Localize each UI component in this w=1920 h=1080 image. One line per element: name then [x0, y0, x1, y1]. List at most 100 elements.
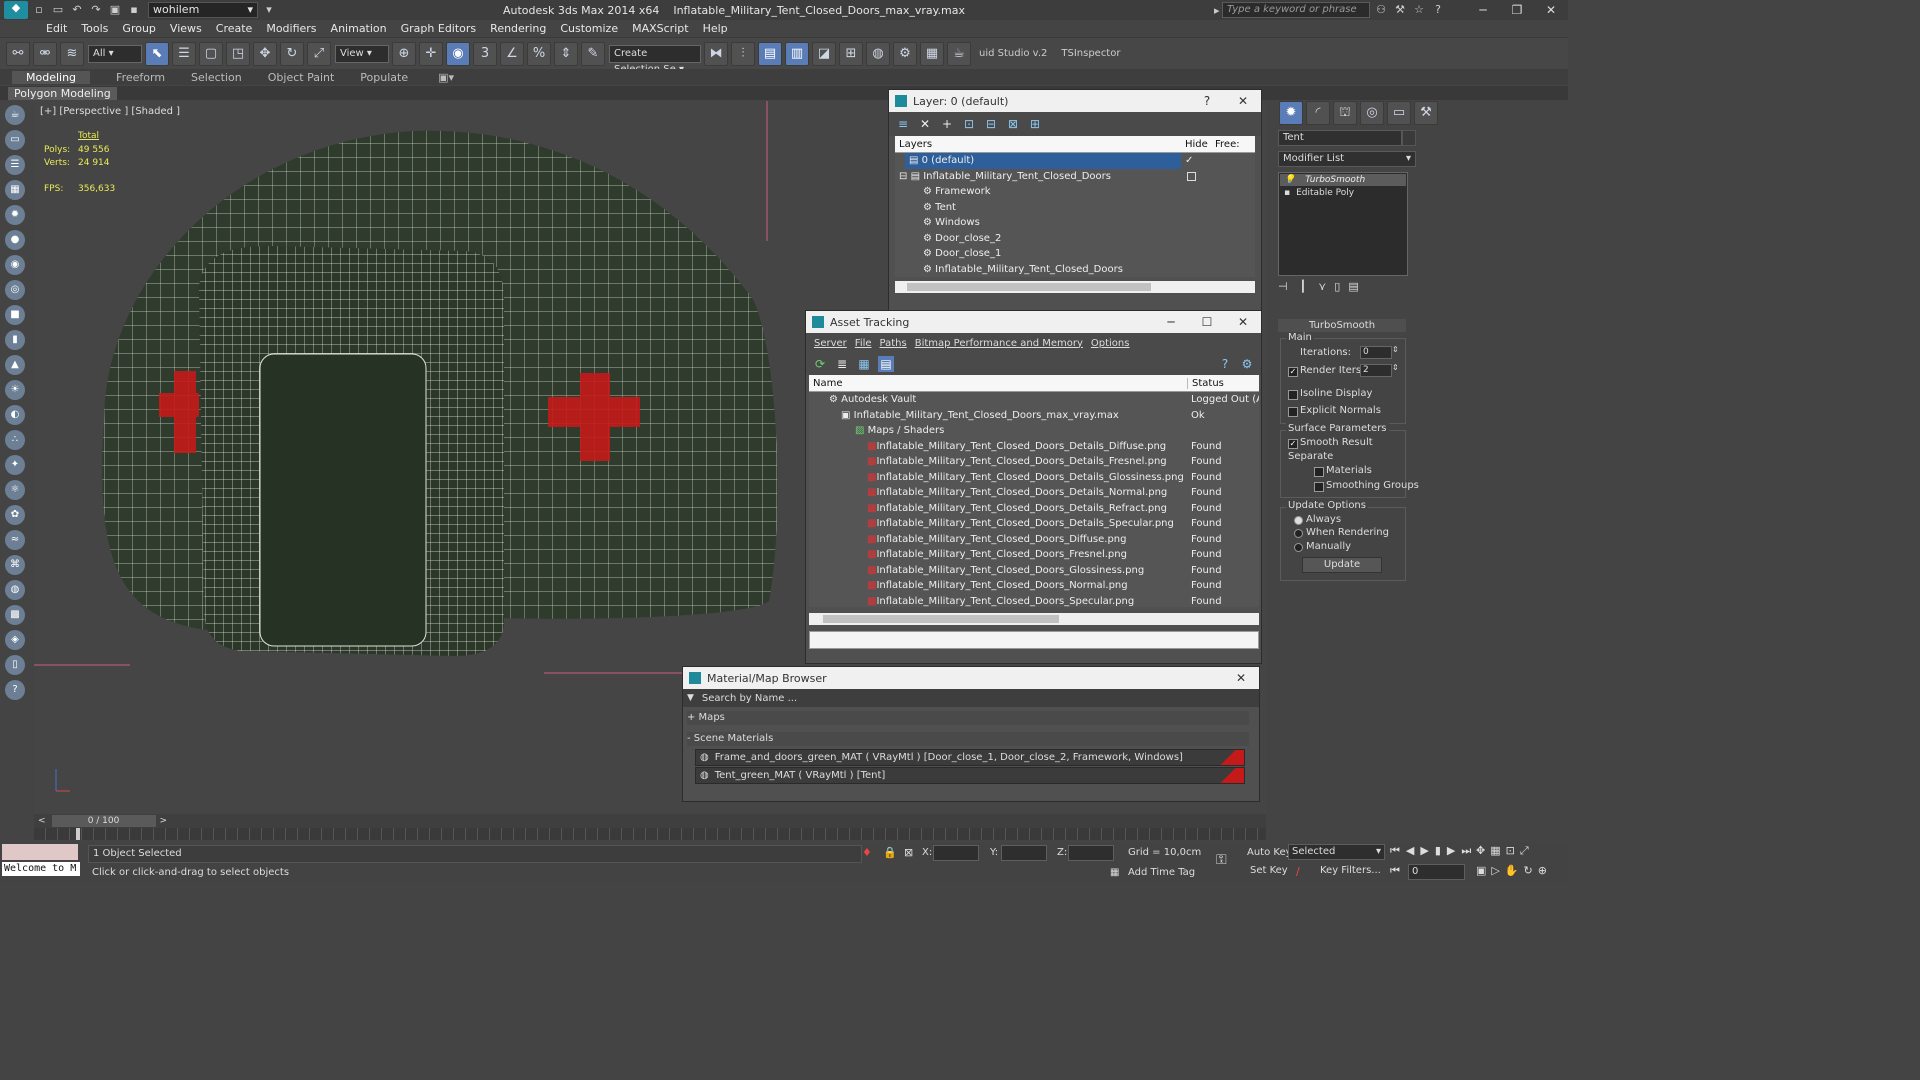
- layer-freeze-all-icon[interactable]: ⊞: [1027, 116, 1043, 132]
- asset-row[interactable]: ▩Inflatable_Military_Tent_Closed_Doors_N…: [809, 578, 1259, 594]
- grid-icon[interactable]: ▦: [5, 180, 25, 200]
- asset-row[interactable]: ▩Inflatable_Military_Tent_Closed_Doors_G…: [809, 563, 1259, 579]
- minimize-icon[interactable]: ─: [1466, 3, 1500, 17]
- configure-sets-icon[interactable]: ▤: [1348, 280, 1358, 293]
- render-icon[interactable]: ▩: [5, 605, 25, 625]
- teapot-icon[interactable]: ☕: [5, 105, 25, 125]
- menu-group[interactable]: Group: [122, 22, 156, 35]
- smoothing-groups-checkbox[interactable]: [1314, 482, 1324, 492]
- vault-settings-icon[interactable]: ⚙: [1239, 356, 1255, 372]
- smooth-result-checkbox[interactable]: ✓: [1288, 439, 1298, 449]
- utilities-tab-icon[interactable]: ⚒: [1414, 101, 1438, 125]
- rotate-icon[interactable]: ↻: [280, 41, 304, 66]
- plugin-phoenix-label[interactable]: uid Studio v.2: [979, 48, 1047, 59]
- asset-close-icon[interactable]: ✕: [1225, 315, 1261, 329]
- select-object-icon[interactable]: ⬉: [145, 41, 169, 66]
- scene-materials-header[interactable]: - Scene Materials: [687, 732, 1249, 746]
- move-icon[interactable]: ✥: [253, 41, 277, 66]
- helper-icon[interactable]: ✦: [5, 455, 25, 475]
- material-search-input[interactable]: Search by Name ...: [702, 693, 797, 704]
- menu-create[interactable]: Create: [216, 22, 253, 35]
- maxscript-listener-mini[interactable]: [2, 844, 78, 860]
- isoline-display-checkbox[interactable]: [1288, 390, 1298, 400]
- material-editor-icon[interactable]: ◍: [866, 41, 890, 66]
- add-time-tag[interactable]: Add Time Tag: [1128, 867, 1195, 878]
- track-bar[interactable]: [34, 828, 1266, 840]
- render-setup-icon[interactable]: ⚙: [893, 41, 917, 66]
- time-slider[interactable]: < 0 / 100 >: [34, 814, 1266, 828]
- schematic-view-icon[interactable]: ⊞: [839, 41, 863, 66]
- refresh-icon[interactable]: ⟳: [812, 356, 828, 372]
- modifier-list-dropdown[interactable]: Modifier List ▾: [1278, 151, 1416, 167]
- iterations-spinner-arrows[interactable]: ⇕: [1392, 345, 1399, 354]
- keyboard-shortcut-icon[interactable]: ◉: [446, 41, 470, 66]
- layer-row[interactable]: ⚙ Framework: [895, 184, 1255, 200]
- cloth-icon[interactable]: ⌘: [5, 555, 25, 575]
- menu-views[interactable]: Views: [170, 22, 202, 35]
- layer-manager-icon[interactable]: ▤: [758, 41, 782, 66]
- layer-hide-all-icon[interactable]: ⊠: [1005, 116, 1021, 132]
- material-item[interactable]: ◍ Frame_and_doors_green_MAT ( VRayMtl ) …: [695, 749, 1245, 766]
- asset-row[interactable]: ▩Inflatable_Military_Tent_Closed_Doors_D…: [809, 501, 1259, 517]
- reference-coord-dropdown[interactable]: View ▾: [335, 44, 389, 63]
- select-manipulate-icon[interactable]: ✛: [419, 41, 443, 66]
- menu-customize[interactable]: Customize: [560, 22, 618, 35]
- layer-checkbox[interactable]: [1187, 172, 1196, 181]
- layers-column-header[interactable]: Layers: [899, 139, 1185, 150]
- scale-icon[interactable]: ⤢: [307, 41, 331, 66]
- explicit-normals-checkbox[interactable]: [1288, 407, 1298, 417]
- layer-row[interactable]: ⚙ Windows: [895, 215, 1255, 231]
- trash-icon[interactable]: ▯: [5, 655, 25, 675]
- named-selection-dropdown[interactable]: Create Selection Se ▾: [609, 44, 701, 75]
- asset-row[interactable]: ▩Inflatable_Military_Tent_Closed_Doors_D…: [809, 439, 1259, 455]
- create-tab-icon[interactable]: ✹: [1279, 101, 1303, 125]
- menu-animation[interactable]: Animation: [331, 22, 387, 35]
- angle-snap-icon[interactable]: ∠: [500, 41, 524, 66]
- maps-group-header[interactable]: + Maps: [687, 711, 1249, 725]
- shell-icon[interactable]: ◍: [5, 580, 25, 600]
- scene-icon[interactable]: ◈: [5, 630, 25, 650]
- new-file-icon[interactable]: ▫: [31, 3, 47, 17]
- name-column-header[interactable]: Name: [813, 377, 1188, 389]
- list-view-icon[interactable]: ≣: [834, 356, 850, 372]
- vault-help-icon[interactable]: ?: [1217, 356, 1233, 372]
- sun-icon[interactable]: ☀: [5, 380, 25, 400]
- scrollbar-thumb[interactable]: [823, 615, 1059, 623]
- help-icon[interactable]: ?: [1430, 3, 1446, 17]
- display-tab-icon[interactable]: ▭: [1387, 101, 1411, 125]
- make-unique-icon[interactable]: ⋎: [1318, 280, 1326, 293]
- screen-icon[interactable]: ▭: [5, 130, 25, 150]
- thumbnail-view-icon[interactable]: ▦: [856, 356, 872, 372]
- layer-help-button[interactable]: ?: [1189, 94, 1225, 108]
- sphere-icon[interactable]: ●: [5, 230, 25, 250]
- hierarchy-tab-icon[interactable]: ⛫: [1333, 101, 1357, 125]
- layer-close-icon[interactable]: ✕: [1225, 94, 1261, 108]
- layer-row[interactable]: ⊟ ▤ Inflatable_Military_Tent_Closed_Door…: [895, 169, 1255, 185]
- absolute-mode-icon[interactable]: ⊠: [904, 846, 913, 859]
- next-frame-arrow-icon[interactable]: >: [160, 816, 168, 826]
- asset-row[interactable]: ▩Inflatable_Military_Tent_Closed_Doors_D…: [809, 454, 1259, 470]
- menu-modifiers[interactable]: Modifiers: [266, 22, 316, 35]
- auto-key-button[interactable]: Auto Key: [1247, 847, 1292, 858]
- menu-edit[interactable]: Edit: [46, 22, 67, 35]
- z-coordinate-field[interactable]: [1068, 845, 1114, 861]
- layer-row[interactable]: ⚙ Door_close_1: [895, 246, 1255, 262]
- turbosmooth-rollout-header[interactable]: TurboSmooth: [1278, 319, 1406, 332]
- add-time-tag-icon[interactable]: ▦: [1110, 867, 1119, 878]
- align-icon[interactable]: ⫶: [731, 41, 755, 66]
- tab-selection[interactable]: Selection: [191, 71, 242, 84]
- hold-icon[interactable]: ▣: [107, 3, 123, 17]
- always-radio[interactable]: [1294, 516, 1303, 525]
- particles-icon[interactable]: ∴: [5, 430, 25, 450]
- plant-icon[interactable]: ✿: [5, 505, 25, 525]
- playback-controls[interactable]: ⏮◀▶▮▶⏭: [1390, 844, 1477, 858]
- unlink-icon[interactable]: ⚮: [33, 41, 57, 66]
- snap-3d-icon[interactable]: 3: [473, 41, 497, 66]
- pin-stack-icon[interactable]: ⊣: [1278, 280, 1288, 293]
- asset-maximize-icon[interactable]: ☐: [1189, 315, 1225, 329]
- spinner-snap-icon[interactable]: ⇕: [554, 41, 578, 66]
- render-iters-checkbox[interactable]: ✓: [1288, 367, 1298, 377]
- torus-icon[interactable]: ◎: [5, 280, 25, 300]
- polygon-modeling-label[interactable]: Polygon Modeling: [8, 86, 117, 100]
- asset-menu-bitmap[interactable]: Bitmap Performance and Memory: [915, 338, 1083, 349]
